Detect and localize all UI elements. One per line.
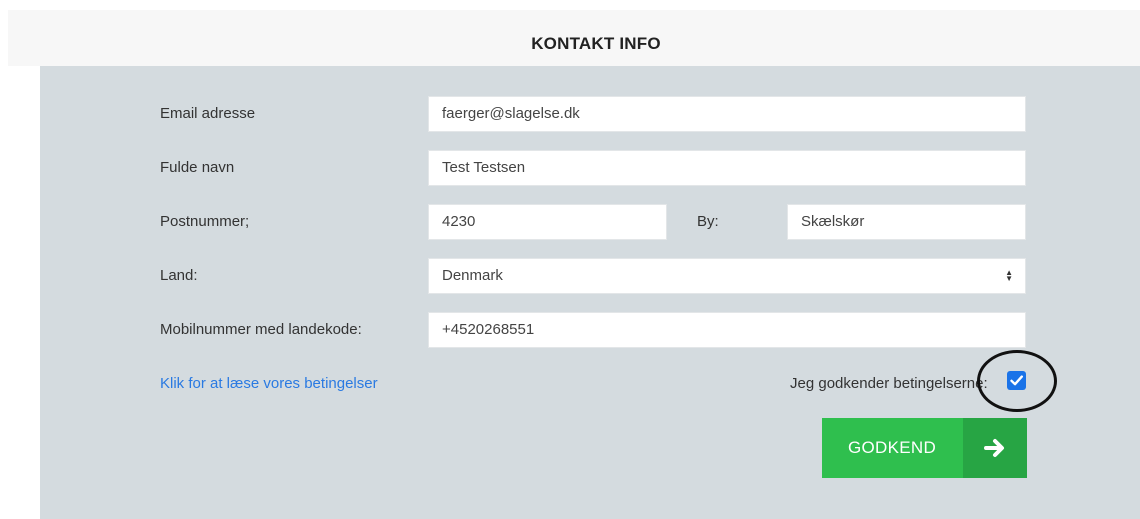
email-label: Email adresse [160,105,256,122]
page-title: KONTAKT INFO [531,34,661,53]
terms-link[interactable]: Klik for at læse vores betingelser [160,374,378,394]
country-select-value: Denmark [442,267,503,284]
city-field[interactable]: Skælskør [787,204,1026,240]
fullname-label: Fulde navn [160,159,235,176]
select-updown-icon: ▲ ▼ [1005,268,1013,284]
country-label: Land: [160,267,198,284]
mobile-field[interactable]: +4520268551 [428,312,1026,348]
city-label: By: [697,213,719,230]
mobile-label: Mobilnummer med landekode: [160,321,362,338]
accept-terms-label: Jeg godkender betingelserne: [790,375,988,392]
submit-arrow-box [963,418,1027,478]
arrow-right-icon [984,439,1004,457]
highlight-circle [977,350,1057,412]
postal-field[interactable]: 4230 [428,204,667,240]
postal-label: Postnummer; [160,213,250,230]
country-select[interactable]: Denmark ▲ ▼ [428,258,1026,294]
godkend-button-label: GODKEND [847,438,937,457]
form-header: KONTAKT INFO [8,10,1140,66]
fullname-field[interactable]: Test Testsen [428,150,1026,186]
godkend-button[interactable]: GODKEND [822,418,1027,478]
email-field[interactable]: faerger@slagelse.dk [428,96,1026,132]
